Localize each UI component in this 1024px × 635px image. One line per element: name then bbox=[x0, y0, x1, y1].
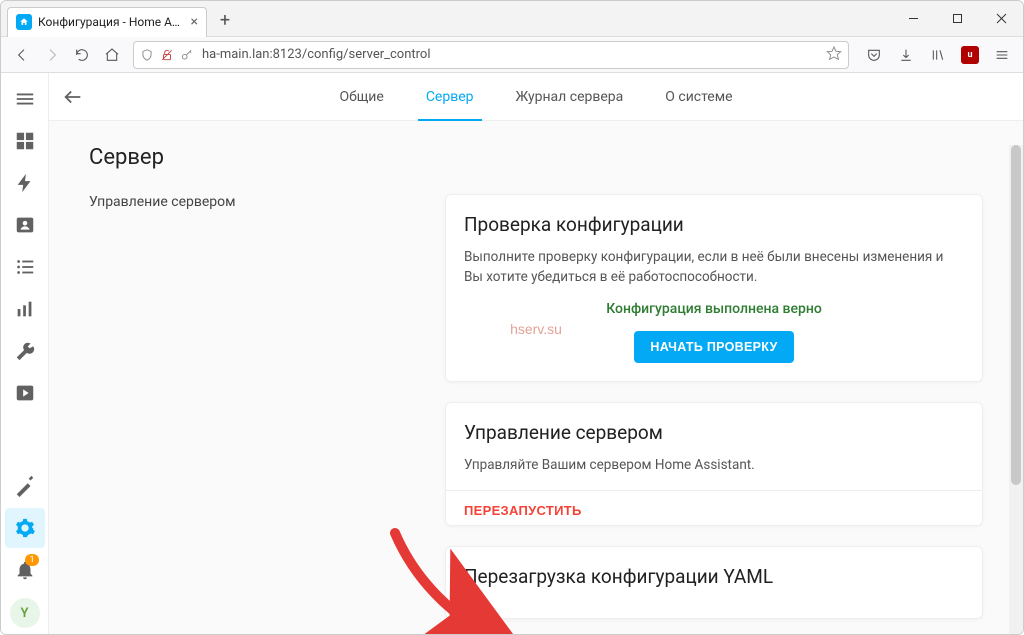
card-config-check: Проверка конфигурации Выполните проверку… bbox=[445, 194, 983, 382]
sidebar-item-media[interactable] bbox=[5, 373, 45, 413]
restart-button[interactable]: ПЕРЕЗАПУСТИТЬ bbox=[464, 503, 582, 518]
sidebar-item-people[interactable] bbox=[5, 205, 45, 245]
sidebar-item-notifications[interactable]: 1 bbox=[5, 550, 45, 590]
sidebar-item-devtools[interactable] bbox=[5, 331, 45, 371]
shield-icon bbox=[140, 48, 154, 62]
card-server-manage-desc: Управляйте Вашим сервером Home Assistant… bbox=[464, 456, 964, 476]
tab-about[interactable]: О системе bbox=[665, 73, 732, 121]
tab-title: Конфигурация - Home Assista bbox=[38, 15, 185, 29]
sidebar-item-settings[interactable] bbox=[5, 508, 45, 548]
tab-close-icon[interactable]: × bbox=[191, 14, 198, 30]
card-yaml-reload: Перезагрузка конфигурации YAML bbox=[445, 546, 983, 619]
nav-home-button[interactable] bbox=[97, 40, 127, 70]
browser-tab[interactable]: Конфигурация - Home Assista × bbox=[7, 7, 207, 37]
tab-general[interactable]: Общие bbox=[339, 73, 383, 121]
back-button[interactable] bbox=[49, 86, 97, 108]
download-icon[interactable] bbox=[891, 40, 921, 70]
window-titlebar: Конфигурация - Home Assista × + bbox=[1, 1, 1023, 37]
nav-forward-button[interactable] bbox=[37, 40, 67, 70]
scrollbar-thumb[interactable] bbox=[1011, 145, 1021, 485]
lock-broken-icon bbox=[160, 48, 174, 62]
tab-server[interactable]: Сервер bbox=[426, 73, 474, 121]
sidebar-item-history[interactable] bbox=[5, 289, 45, 329]
home-assistant-favicon bbox=[16, 14, 32, 30]
user-avatar[interactable]: Y bbox=[10, 598, 40, 628]
card-config-check-title: Проверка конфигурации bbox=[464, 213, 964, 236]
sidebar-item-overview[interactable] bbox=[5, 121, 45, 161]
card-config-check-desc: Выполните проверку конфигурации, если в … bbox=[464, 248, 964, 287]
new-tab-button[interactable]: + bbox=[211, 7, 239, 35]
bookmark-star-icon[interactable] bbox=[826, 45, 842, 65]
start-check-button[interactable]: НАЧАТЬ ПРОВЕРКУ bbox=[634, 331, 793, 363]
page-header: Общие Сервер Журнал сервера О системе bbox=[49, 73, 1023, 121]
notification-badge: 1 bbox=[25, 554, 38, 566]
window-maximize-button[interactable] bbox=[935, 1, 979, 37]
sidebar-item-list[interactable] bbox=[5, 247, 45, 287]
scrollbar[interactable] bbox=[1009, 145, 1023, 634]
sidebar-item-energy[interactable] bbox=[5, 163, 45, 203]
card-server-manage: Управление сервером Управляйте Вашим сер… bbox=[445, 402, 983, 526]
card-yaml-reload-title: Перезагрузка конфигурации YAML bbox=[464, 565, 964, 588]
nav-reload-button[interactable] bbox=[67, 40, 97, 70]
ha-sidebar: 1 Y bbox=[1, 73, 49, 634]
card-server-manage-title: Управление сервером bbox=[464, 421, 964, 444]
nav-back-button[interactable] bbox=[7, 40, 37, 70]
sidebar-item-tools[interactable] bbox=[5, 466, 45, 506]
library-icon[interactable] bbox=[923, 40, 953, 70]
key-icon bbox=[180, 48, 194, 62]
browser-menu-button[interactable] bbox=[987, 40, 1017, 70]
sidebar-menu-toggle[interactable] bbox=[5, 79, 45, 119]
url-bar[interactable]: ha-main.lan:8123/config/server_control bbox=[133, 41, 849, 69]
pocket-icon[interactable] bbox=[859, 40, 889, 70]
section-subtitle: Управление сервером bbox=[89, 194, 409, 619]
browser-toolbar: ha-main.lan:8123/config/server_control u bbox=[1, 37, 1023, 73]
window-minimize-button[interactable] bbox=[891, 1, 935, 37]
tab-server-log[interactable]: Журнал сервера bbox=[516, 73, 624, 121]
page-title: Сервер bbox=[89, 145, 983, 170]
config-valid-status: Конфигурация выполнена верно bbox=[464, 301, 964, 317]
window-close-button[interactable] bbox=[979, 1, 1023, 37]
ublock-icon[interactable]: u bbox=[955, 40, 985, 70]
url-text: ha-main.lan:8123/config/server_control bbox=[202, 47, 826, 62]
